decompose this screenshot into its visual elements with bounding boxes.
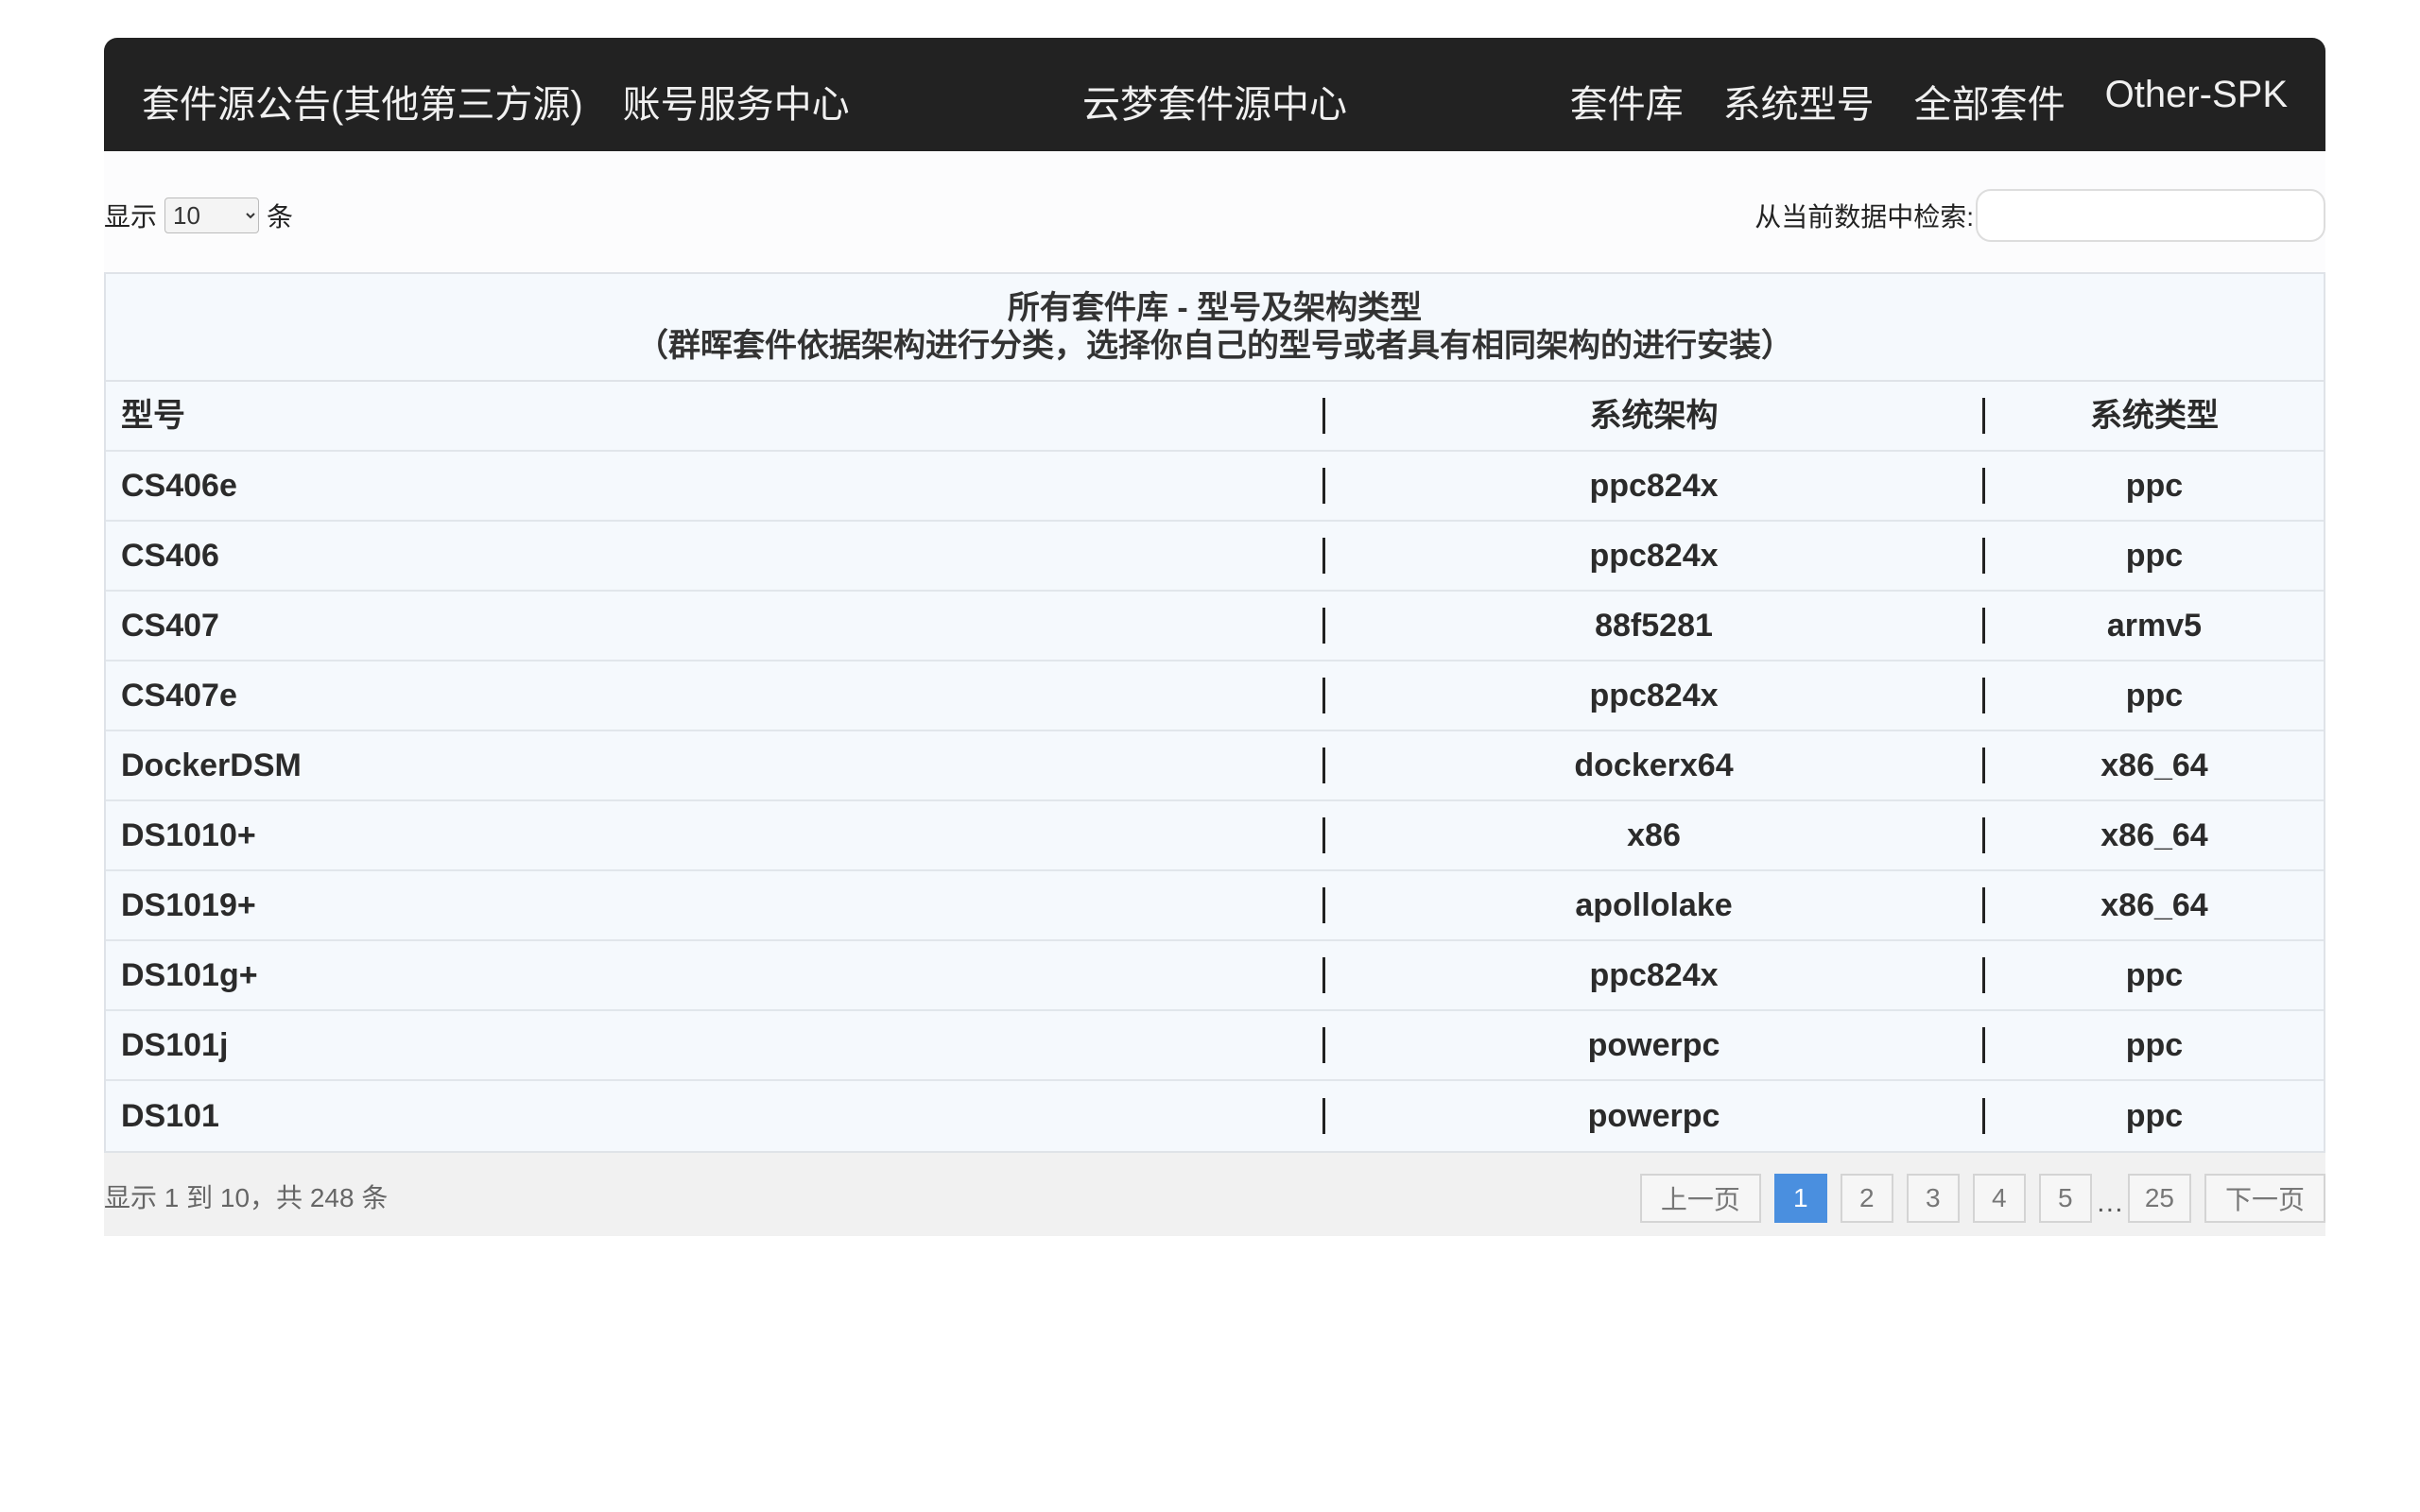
- cell-system-type: x86_64: [2100, 747, 2208, 783]
- cell-system-type: ppc: [2125, 468, 2184, 504]
- table-row: CS406e ppc824x ppc: [106, 452, 2324, 522]
- table-row: CS406 ppc824x ppc: [106, 522, 2324, 592]
- page-button-last[interactable]: 25: [2127, 1174, 2191, 1223]
- cell-system-type: ppc: [2125, 538, 2184, 574]
- cell-architecture: powerpc: [1325, 1098, 1985, 1134]
- table-controls: 显示 10 条 从当前数据中检索:: [104, 151, 2325, 272]
- cell-system-type: ppc: [2125, 1098, 2184, 1134]
- cell-model: CS407e: [106, 678, 1325, 713]
- column-header-architecture[interactable]: 系统架构: [1325, 398, 1985, 434]
- nav-link-announcement[interactable]: 套件源公告(其他第三方源): [142, 60, 583, 129]
- table-row: CS407 88f5281 armv5: [106, 592, 2324, 662]
- table-row: CS407e ppc824x ppc: [106, 662, 2324, 731]
- table-caption: 所有套件库 - 型号及架构类型 （群晖套件依据架构进行分类，选择你自己的型号或者…: [106, 274, 2324, 382]
- cell-model: DS1010+: [106, 817, 1325, 853]
- table-row: DockerDSM dockerx64 x86_64: [106, 731, 2324, 801]
- cell-model: DS101g+: [106, 957, 1325, 993]
- search-control: 从当前数据中检索:: [1754, 189, 2325, 242]
- column-header-system-type[interactable]: 系统类型: [1985, 398, 2324, 434]
- cell-architecture: 88f5281: [1325, 608, 1985, 644]
- cell-system-type: ppc: [2125, 678, 2184, 713]
- cell-model: DockerDSM: [106, 747, 1325, 783]
- cell-system-type: x86_64: [2100, 817, 2208, 853]
- cell-model: CS406: [106, 538, 1325, 574]
- cell-model: CS407: [106, 608, 1325, 644]
- page-length-control: 显示 10 条: [104, 197, 293, 234]
- caption-title: 所有套件库 - 型号及架构类型: [1007, 290, 1423, 326]
- length-suffix-label: 条: [267, 202, 294, 232]
- site-brand[interactable]: 云梦套件源中心: [1082, 60, 1347, 129]
- page-button-3[interactable]: 3: [1906, 1174, 1960, 1223]
- prev-page-button[interactable]: 上一页: [1639, 1174, 1761, 1223]
- cell-architecture: dockerx64: [1325, 747, 1985, 783]
- table-info: 显示 1 到 10，共 248 条: [104, 1183, 389, 1212]
- top-navbar: 套件源公告(其他第三方源) 账号服务中心 云梦套件源中心 套件库 系统型号 全部…: [104, 38, 2325, 151]
- pagination: 上一页 1 2 3 4 5 … 25 下一页: [1639, 1174, 2325, 1223]
- nav-link-system-models[interactable]: 系统型号: [1723, 60, 1875, 129]
- nav-left-group: 套件源公告(其他第三方源) 账号服务中心: [142, 60, 850, 129]
- cell-system-type: ppc: [2125, 957, 2184, 993]
- cell-system-type: x86_64: [2100, 887, 2208, 923]
- table-row: DS101 powerpc ppc: [106, 1081, 2324, 1151]
- cell-model: CS406e: [106, 468, 1325, 504]
- page-button-5[interactable]: 5: [2038, 1174, 2092, 1223]
- cell-model: DS1019+: [106, 887, 1325, 923]
- table-row: DS101j powerpc ppc: [106, 1011, 2324, 1081]
- nav-link-other-spk[interactable]: Other-SPK: [2105, 60, 2288, 129]
- cell-architecture: apollolake: [1325, 887, 1985, 923]
- table-row: DS1010+ x86 x86_64: [106, 801, 2324, 871]
- length-prefix-label: 显示: [104, 202, 158, 232]
- table-header-row: 型号 系统架构 系统类型: [106, 382, 2324, 452]
- cell-architecture: ppc824x: [1325, 468, 1985, 504]
- page-button-2[interactable]: 2: [1840, 1174, 1893, 1223]
- page-button-1[interactable]: 1: [1773, 1174, 1827, 1223]
- table-footer: 显示 1 到 10，共 248 条 上一页 1 2 3 4 5 … 25 下一页: [104, 1153, 2325, 1236]
- cell-model: DS101: [106, 1098, 1325, 1134]
- search-label: 从当前数据中检索:: [1754, 202, 1974, 232]
- cell-model: DS101j: [106, 1027, 1325, 1063]
- cell-architecture: ppc824x: [1325, 957, 1985, 993]
- nav-link-account-center[interactable]: 账号服务中心: [623, 60, 850, 129]
- search-input[interactable]: [1976, 189, 2325, 242]
- nav-link-package-library[interactable]: 套件库: [1570, 60, 1684, 129]
- nav-right-group: 套件库 系统型号 全部套件 Other-SPK: [1570, 60, 2288, 129]
- table-row: DS1019+ apollolake x86_64: [106, 871, 2324, 941]
- cell-architecture: x86: [1325, 817, 1985, 853]
- page: 套件源公告(其他第三方源) 账号服务中心 云梦套件源中心 套件库 系统型号 全部…: [104, 38, 2325, 1236]
- page-button-4[interactable]: 4: [1972, 1174, 2026, 1223]
- cell-architecture: ppc824x: [1325, 538, 1985, 574]
- column-header-model[interactable]: 型号: [106, 398, 1325, 434]
- cell-architecture: powerpc: [1325, 1027, 1985, 1063]
- table-row: DS101g+ ppc824x ppc: [106, 941, 2324, 1011]
- caption-subtitle: （群晖套件依据架构进行分类，选择你自己的型号或者具有相同架构的进行安装）: [636, 328, 1793, 364]
- models-table: 所有套件库 - 型号及架构类型 （群晖套件依据架构进行分类，选择你自己的型号或者…: [104, 272, 2325, 1153]
- next-page-button[interactable]: 下一页: [2204, 1174, 2325, 1223]
- page-length-select[interactable]: 10: [164, 198, 260, 233]
- cell-architecture: ppc824x: [1325, 678, 1985, 713]
- cell-system-type: armv5: [2106, 608, 2203, 644]
- cell-system-type: ppc: [2125, 1027, 2184, 1063]
- pagination-ellipsis: …: [2095, 1187, 2124, 1218]
- nav-link-all-packages[interactable]: 全部套件: [1914, 60, 2066, 129]
